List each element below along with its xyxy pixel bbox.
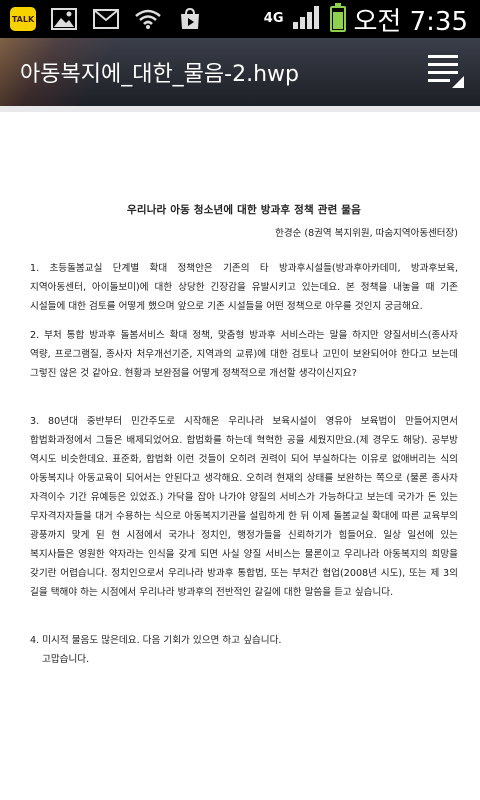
menu-icon[interactable]	[426, 52, 466, 90]
document-view[interactable]: 우리나라 아동 청소년에 대한 방과후 정책 관련 물음 한경순 (8권역 복지…	[0, 106, 480, 800]
battery-icon	[329, 3, 346, 32]
network-type: 4G	[263, 11, 284, 26]
kakaotalk-icon: TALK	[10, 7, 36, 31]
paragraph-2: 2. 부처 통합 방과후 돌봄서비스 확대 정책, 맞춤형 방과후 서비스라는 …	[30, 330, 458, 379]
notification-area: TALK	[10, 4, 204, 34]
document-author: 한경순 (8권역 복지위원, 따숨지역아동센터장)	[275, 228, 458, 239]
play-store-icon	[176, 7, 204, 31]
app-title-bar: 아동복지에_대한_물음-2.hwp	[0, 38, 480, 106]
mail-icon	[92, 7, 120, 31]
document-title: 우리나라 아동 청소년에 대한 방과후 정책 관련 물음	[126, 204, 362, 216]
signal-icon	[292, 4, 322, 34]
wifi-icon	[134, 7, 162, 31]
document-filename: 아동복지에_대한_물음-2.hwp	[20, 62, 299, 87]
system-indicators: 4G 오전 7:35	[263, 2, 469, 37]
gallery-icon	[50, 7, 78, 31]
clock: 오전 7:35	[353, 6, 469, 37]
kakaotalk-label: TALK	[11, 14, 35, 24]
status-bar: TALK 4G 오전 7:35	[0, 0, 480, 38]
paragraph-3: 3. 80년대 중반부터 민간주도로 시작해온 우리나라 보육시설이 영유아 보…	[30, 416, 458, 598]
paragraph-4: 4. 미시적 물음도 많은데요. 다음 기회가 있으면 하고 싶습니다.	[30, 635, 282, 646]
paragraph-1: 1. 초등돌봄교실 단계별 확대 정책안은 기존의 타 방과후시설들(방과후아카…	[30, 263, 458, 312]
closing-line: 고맙습니다.	[42, 654, 90, 665]
document-page: 우리나라 아동 청소년에 대한 방과후 정책 관련 물음 한경순 (8권역 복지…	[30, 202, 458, 669]
